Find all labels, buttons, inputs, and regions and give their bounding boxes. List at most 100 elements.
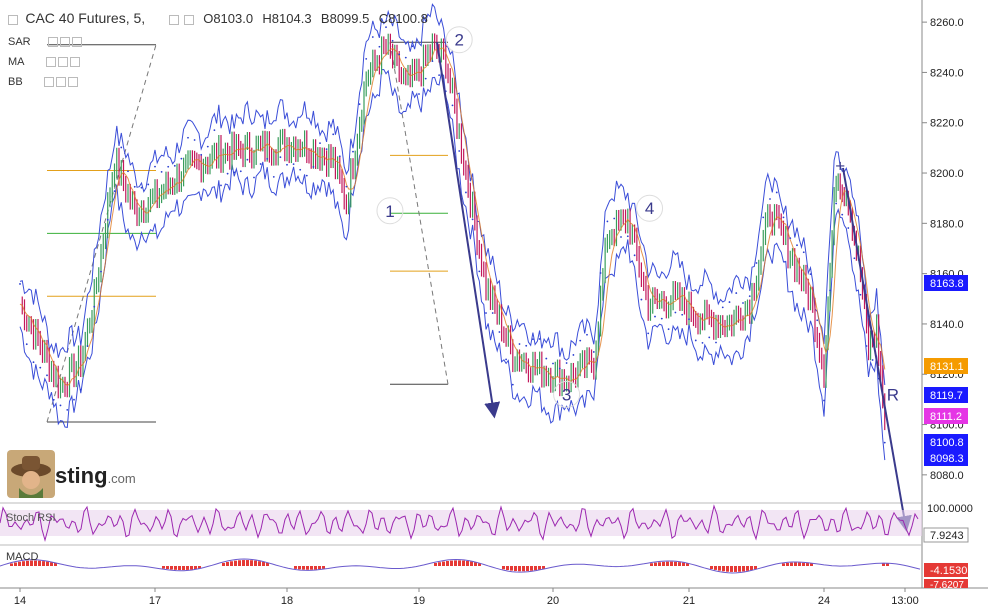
sar-dot	[592, 351, 595, 353]
x-tick-label: 20	[547, 595, 559, 607]
sar-dot	[701, 341, 704, 344]
price-label: 8098.3	[930, 453, 964, 465]
indicator-label: BB	[8, 76, 23, 88]
sar-dot	[708, 336, 711, 339]
sar-dot	[633, 254, 636, 257]
collapse-icon[interactable]	[8, 14, 18, 25]
sar-dot	[572, 354, 575, 356]
sar-dot	[769, 198, 771, 200]
gear-icon[interactable]	[59, 36, 70, 47]
macd-bar	[710, 566, 713, 569]
macd-bar	[470, 561, 473, 566]
macd-bar	[446, 561, 449, 566]
sar-dot	[431, 60, 434, 62]
macd-label: MACD	[6, 551, 39, 563]
indicator-bb[interactable]: BB	[8, 74, 79, 88]
sar-dot	[325, 148, 328, 151]
macd-bar	[730, 566, 733, 572]
sar-dot	[79, 388, 82, 391]
sar-dot	[599, 272, 602, 274]
macd-bar	[318, 566, 321, 570]
macd-bar	[666, 561, 669, 566]
gear-icon[interactable]	[183, 14, 194, 25]
sar-dot	[338, 155, 341, 158]
eye-icon[interactable]	[47, 36, 58, 47]
macd-bar	[226, 562, 229, 566]
indicator-sar[interactable]: SAR	[8, 34, 82, 48]
sar-dot	[565, 362, 568, 364]
sar-dot	[715, 341, 717, 344]
sar-dot	[871, 359, 874, 361]
sar-dot	[438, 74, 440, 76]
macd-bar	[254, 560, 257, 566]
macd-bar	[510, 566, 513, 571]
macd-bar	[786, 562, 789, 566]
sar-dot	[319, 142, 321, 145]
sar-dot	[647, 332, 650, 335]
sar-dot	[660, 317, 663, 320]
sar-dot	[606, 220, 609, 223]
macd-value: -7.6207	[930, 580, 964, 591]
eye-icon[interactable]	[45, 56, 56, 67]
macd-bar	[882, 563, 885, 566]
sar-dot	[847, 227, 850, 229]
macd-bar	[802, 562, 805, 566]
eye-icon[interactable]	[168, 14, 179, 25]
sar-dot	[292, 163, 295, 166]
sar-dot	[226, 172, 229, 175]
sar-dot	[613, 217, 616, 220]
x-tick-label: 14	[14, 595, 26, 607]
close-icon[interactable]	[68, 76, 79, 87]
sar-dot	[286, 163, 288, 166]
sar-dot	[451, 104, 454, 107]
sar-dot	[853, 257, 856, 260]
sar-dot	[391, 39, 394, 42]
macd-bar	[682, 562, 685, 566]
ohlc-close: C8100.8	[378, 11, 428, 26]
sar-dot	[206, 145, 209, 148]
macd-bar	[302, 566, 305, 570]
sar-dot	[154, 165, 156, 168]
macd-bar	[170, 566, 173, 570]
sar-dot	[233, 171, 236, 174]
x-tick-label: 24	[818, 595, 830, 607]
price-label: 8119.7	[930, 390, 963, 402]
macd-bar	[466, 561, 469, 566]
eye-icon[interactable]	[44, 76, 55, 87]
macd-bar	[166, 566, 169, 570]
sar-dot	[305, 174, 308, 177]
sar-dot	[674, 311, 677, 314]
sar-dot	[398, 53, 401, 56]
chart-canvas[interactable]: 8080.08100.08120.08140.08160.08180.08200…	[0, 0, 988, 609]
macd-bar	[434, 562, 437, 566]
brand-suffix: .com	[107, 471, 136, 486]
macd-bar	[450, 560, 453, 566]
sar-dot	[525, 344, 528, 347]
sar-dot	[626, 235, 629, 238]
gear-icon[interactable]	[56, 76, 67, 87]
y-tick-label: 8080.0	[930, 470, 964, 482]
sar-dot	[859, 293, 862, 296]
sar-dot	[498, 331, 501, 333]
sar-dot	[100, 270, 102, 273]
sar-dot	[259, 163, 262, 165]
macd-bar	[222, 562, 225, 566]
sar-dot	[404, 56, 407, 59]
macd-bar	[174, 566, 177, 570]
indicator-ma[interactable]: MA	[8, 54, 80, 68]
macd-bar	[186, 566, 189, 570]
sar-dot	[640, 298, 643, 301]
macd-bar	[42, 561, 45, 566]
close-icon[interactable]	[71, 36, 82, 47]
sar-dot	[200, 153, 203, 156]
chart-title: CAC 40 Futures, 5,	[25, 10, 146, 26]
macd-bar	[238, 560, 241, 566]
sar-dot	[694, 339, 697, 342]
gear-icon[interactable]	[57, 56, 68, 67]
sar-dot	[681, 313, 684, 316]
sar-dot	[173, 164, 176, 167]
sar-dot	[113, 190, 116, 193]
sar-dot	[518, 343, 521, 345]
price-label: 8163.8	[930, 278, 964, 290]
close-icon[interactable]	[69, 56, 80, 67]
